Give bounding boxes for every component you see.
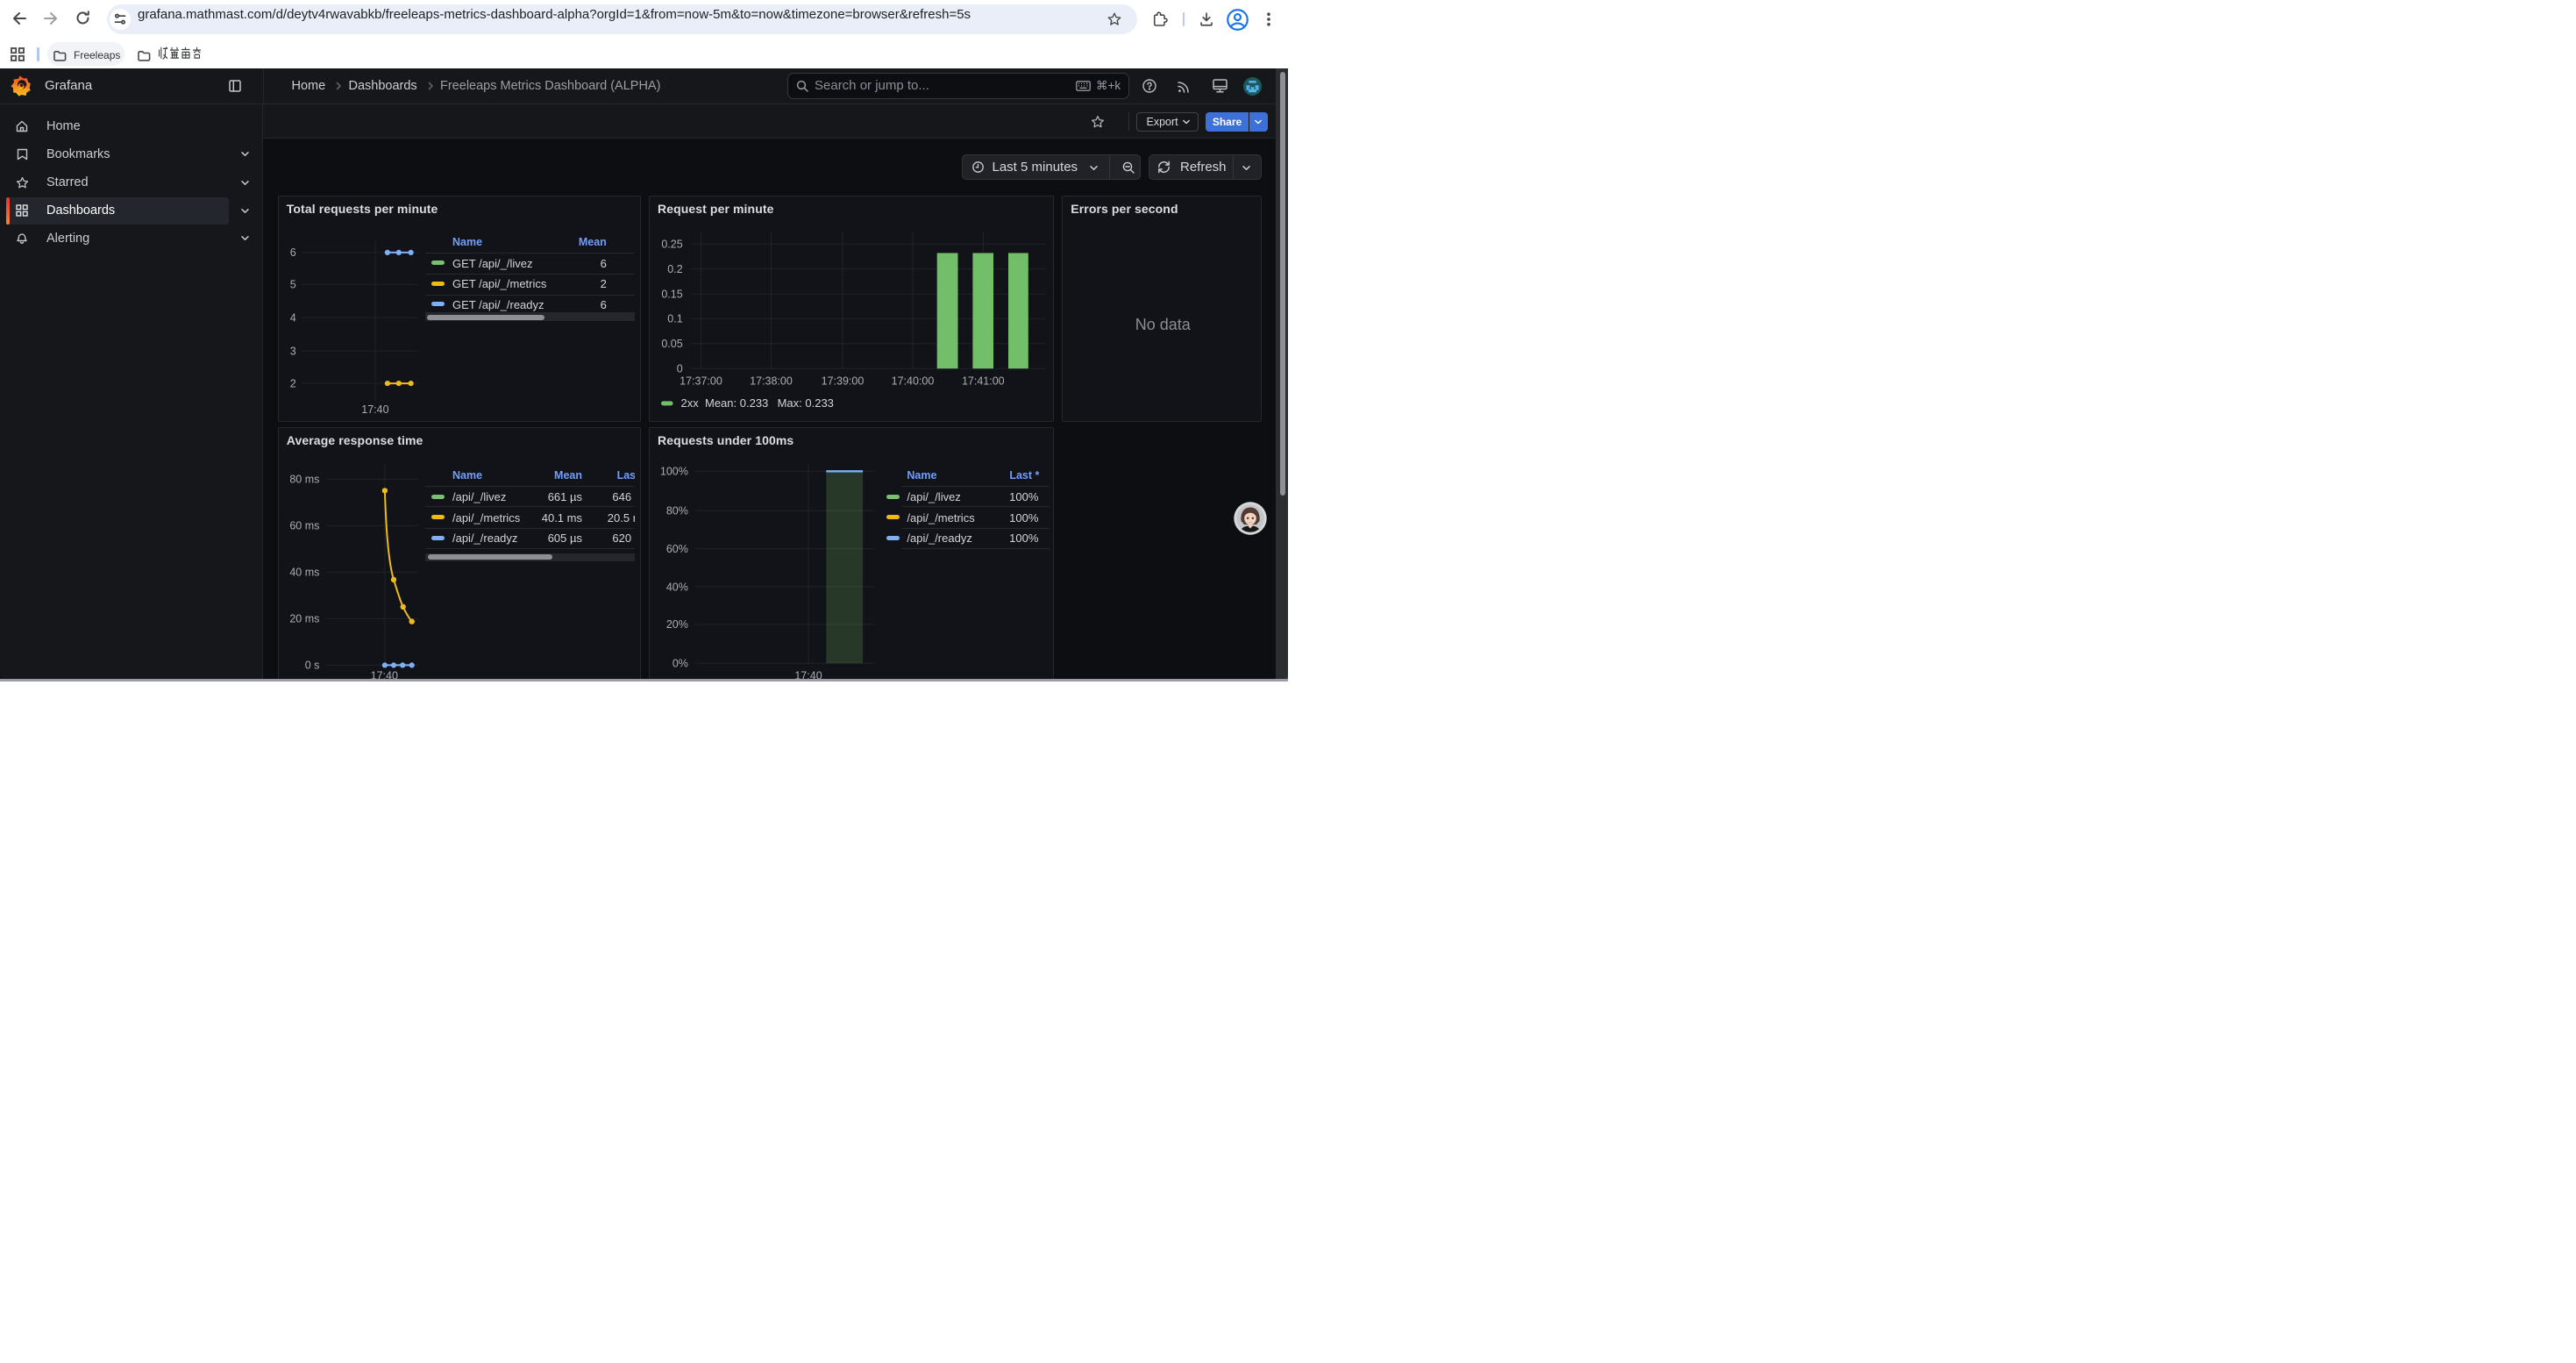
svg-text:0.2: 0.2 bbox=[667, 263, 682, 275]
svg-text:17:40: 17:40 bbox=[361, 403, 388, 416]
svg-text:4: 4 bbox=[290, 311, 296, 324]
svg-text:17:41:00: 17:41:00 bbox=[962, 375, 1005, 387]
svg-text:17:39:00: 17:39:00 bbox=[822, 375, 865, 387]
svg-text:0.1: 0.1 bbox=[667, 312, 682, 325]
svg-text:6: 6 bbox=[290, 246, 296, 259]
svg-text:40%: 40% bbox=[666, 581, 688, 593]
svg-text:17:38:00: 17:38:00 bbox=[750, 375, 793, 387]
svg-text:20 ms: 20 ms bbox=[289, 613, 319, 625]
svg-text:Max: 0.233: Max: 0.233 bbox=[778, 396, 834, 410]
svg-text:0.25: 0.25 bbox=[661, 238, 682, 250]
svg-text:2: 2 bbox=[290, 377, 296, 389]
svg-text:5: 5 bbox=[290, 278, 296, 290]
svg-text:80%: 80% bbox=[666, 505, 688, 517]
svg-text:2xx: 2xx bbox=[681, 396, 700, 410]
svg-text:0%: 0% bbox=[672, 658, 688, 670]
svg-text:Mean: 0.233: Mean: 0.233 bbox=[705, 396, 768, 410]
svg-text:0.15: 0.15 bbox=[661, 288, 682, 300]
svg-text:17:37:00: 17:37:00 bbox=[680, 375, 722, 387]
svg-text:3: 3 bbox=[290, 345, 296, 357]
svg-text:80 ms: 80 ms bbox=[289, 474, 319, 486]
svg-text:20%: 20% bbox=[666, 618, 688, 631]
svg-text:17:40:00: 17:40:00 bbox=[892, 375, 935, 387]
svg-text:60 ms: 60 ms bbox=[289, 520, 319, 532]
svg-text:0 s: 0 s bbox=[305, 660, 320, 672]
svg-text:100%: 100% bbox=[660, 466, 688, 478]
svg-text:0: 0 bbox=[677, 362, 683, 375]
svg-text:40 ms: 40 ms bbox=[289, 567, 319, 579]
svg-text:0.05: 0.05 bbox=[661, 338, 682, 350]
svg-text:60%: 60% bbox=[666, 543, 688, 555]
